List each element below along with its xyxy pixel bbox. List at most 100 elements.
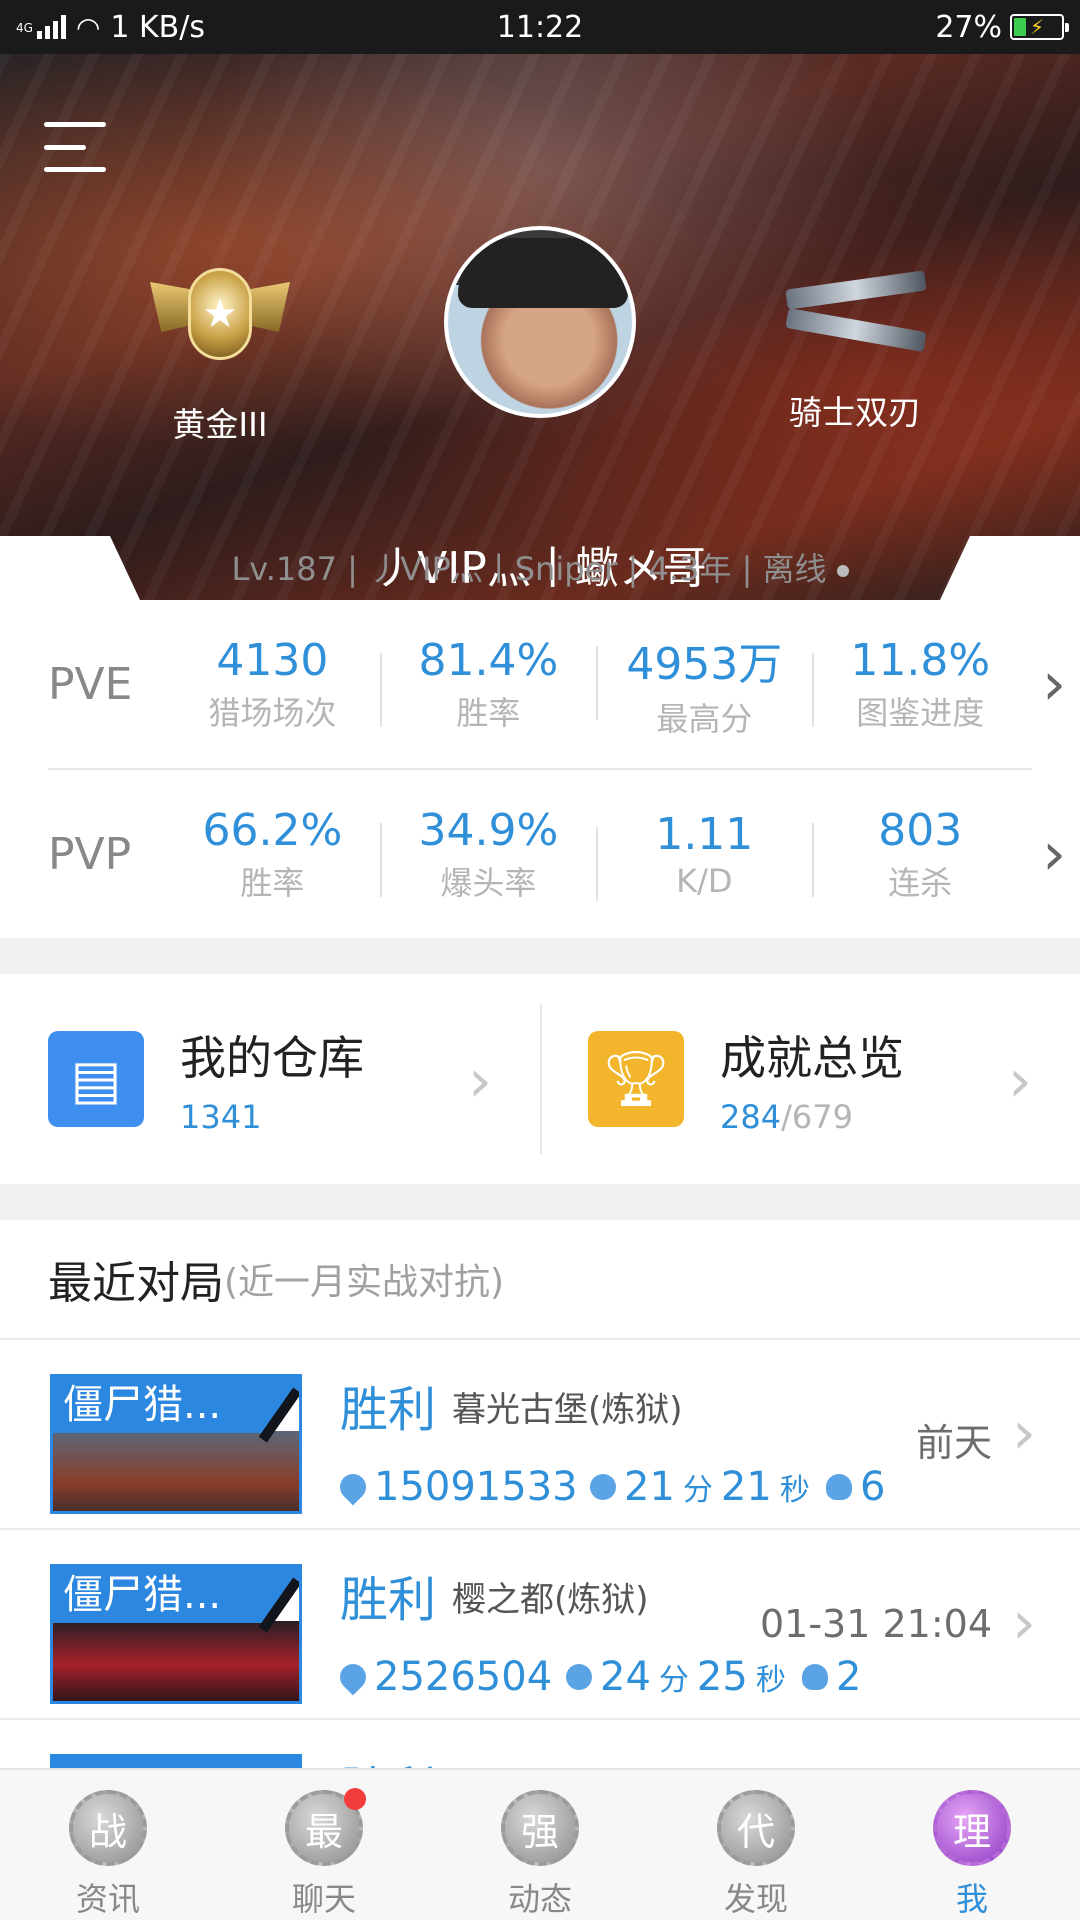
score-value: 2526504 bbox=[374, 1654, 553, 1700]
stat-headshot-rate: 34.9% 爆头率 bbox=[380, 805, 596, 904]
weapon-section[interactable]: 骑士双刃 bbox=[770, 258, 940, 434]
shortcut-cards: ▤ 我的仓库 1341 › 🏆︎ 成就总览 284/679 › bbox=[0, 974, 1080, 1184]
match-duration: 21 分 21 秒 bbox=[590, 1464, 826, 1510]
match-thumbnail: 僵尸猎... bbox=[50, 1564, 302, 1704]
deaths-value: 2 bbox=[836, 1654, 862, 1700]
deaths-value: 6 bbox=[860, 1464, 886, 1510]
level-info: Lv.187 | 丿VIP灬丨Sniper | 4.3年 | 离线 bbox=[231, 550, 827, 588]
stat-hunt-count: 4130 猎场场次 bbox=[164, 635, 380, 734]
stat-label: K/D bbox=[676, 861, 733, 900]
clock: 11:22 bbox=[496, 9, 584, 45]
stat-high-score: 4953万 最高分 bbox=[596, 628, 812, 740]
chevron-right-icon: › bbox=[1012, 1588, 1036, 1658]
nav-label: 动态 bbox=[507, 1880, 572, 1918]
trophy-icon: 🏆︎ bbox=[588, 1031, 684, 1127]
warehouse-card[interactable]: ▤ 我的仓库 1341 › bbox=[0, 974, 540, 1184]
seconds-value: 25 bbox=[696, 1654, 748, 1700]
rank-badge-icon: ★ bbox=[150, 262, 290, 372]
notification-dot bbox=[344, 1788, 366, 1810]
stat-value: 1.11 bbox=[655, 808, 754, 860]
profile-header: ★ 黄金III 骑士双刃 丿VIP灬丨蠍メ哥 bbox=[0, 54, 1080, 600]
menu-icon[interactable] bbox=[44, 122, 106, 172]
nav-label: 我 bbox=[955, 1880, 988, 1918]
match-stats: 15091533 21 分 21 秒 6 bbox=[334, 1464, 885, 1510]
skull-icon bbox=[802, 1664, 828, 1690]
stat-win-rate: 66.2% 胜率 bbox=[164, 805, 380, 904]
mode-label: PVP bbox=[48, 828, 132, 880]
warehouse-title: 我的仓库 bbox=[180, 1031, 364, 1085]
section-title: 最近对局 bbox=[48, 1258, 224, 1309]
match-deaths: 6 bbox=[826, 1464, 885, 1510]
stat-label: 图鉴进度 bbox=[856, 693, 985, 732]
nav-chat[interactable]: 最 聊天 bbox=[216, 1770, 432, 1920]
nav-discover[interactable]: 代 发现 bbox=[648, 1770, 864, 1920]
stat-value: 11.8% bbox=[850, 634, 991, 686]
chevron-right-icon[interactable]: › bbox=[1028, 649, 1080, 719]
stat-label: 连杀 bbox=[888, 863, 953, 902]
stat-value: 4130 bbox=[216, 634, 329, 686]
match-time: 01-31 21:04 bbox=[759, 1602, 992, 1646]
seconds-unit: 秒 bbox=[779, 1473, 810, 1508]
stat-label: 猎场场次 bbox=[208, 693, 337, 732]
section-gap bbox=[0, 1184, 1080, 1220]
dual-blade-icon bbox=[780, 258, 930, 368]
nav-label: 资讯 bbox=[75, 1880, 140, 1918]
seconds-value: 21 bbox=[720, 1464, 772, 1510]
match-time: 前天 bbox=[915, 1421, 992, 1465]
weapon-name: 骑士双刃 bbox=[789, 393, 921, 432]
status-bar: 4G ◠ 1 KB/s 11:22 27% ⚡ bbox=[0, 0, 1080, 54]
stat-collection-progress: 11.8% 图鉴进度 bbox=[812, 635, 1028, 734]
achievements-card[interactable]: 🏆︎ 成就总览 284/679 › bbox=[540, 974, 1080, 1184]
achievements-done: 284 bbox=[720, 1098, 782, 1136]
chevron-right-icon[interactable]: › bbox=[1028, 819, 1080, 889]
stat-label: 胜率 bbox=[456, 693, 521, 732]
minutes-unit: 分 bbox=[658, 1663, 689, 1698]
match-mode: 僵尸猎... bbox=[53, 1567, 299, 1623]
nav-me[interactable]: 理 我 bbox=[864, 1770, 1080, 1920]
rank-section[interactable]: ★ 黄金III bbox=[140, 262, 300, 446]
bottom-nav: 战 资讯 最 聊天 强 动态 代 发现 理 我 bbox=[0, 1768, 1080, 1920]
nav-label: 发现 bbox=[723, 1880, 788, 1918]
minutes-value: 24 bbox=[600, 1654, 651, 1700]
match-result: 胜利 bbox=[340, 1572, 437, 1628]
stat-value: 34.9% bbox=[418, 804, 559, 856]
match-row[interactable]: 僵尸猎... 胜利 樱之都(炼狱) 01-31 21:04 › 2526504 … bbox=[0, 1530, 1080, 1720]
match-map: 暮光古堡(炼狱) bbox=[452, 1390, 683, 1430]
achievements-progress: 284/679 bbox=[720, 1098, 904, 1136]
avatar[interactable] bbox=[444, 226, 636, 418]
rank-name: 黄金III bbox=[172, 405, 268, 444]
stat-kill-streak: 803 连杀 bbox=[812, 805, 1028, 904]
section-subtitle: (近一月实战对抗) bbox=[224, 1262, 505, 1303]
medal-icon bbox=[334, 1468, 372, 1506]
chevron-right-icon: › bbox=[468, 1046, 492, 1116]
wifi-icon: ◠ bbox=[75, 10, 101, 44]
stat-value: 66.2% bbox=[202, 804, 343, 856]
timer-icon bbox=[566, 1664, 592, 1690]
match-result: 胜利 bbox=[340, 1382, 437, 1438]
match-stats: 2526504 24 分 25 秒 2 bbox=[334, 1654, 862, 1700]
stat-value: 4953万 bbox=[626, 639, 783, 690]
timer-icon bbox=[590, 1474, 616, 1500]
stat-value: 803 bbox=[878, 804, 963, 856]
news-icon: 战 bbox=[69, 1790, 147, 1866]
match-thumbnail: 僵尸猎... bbox=[50, 1374, 302, 1514]
skull-icon bbox=[826, 1474, 852, 1500]
stat-value: 81.4% bbox=[418, 634, 559, 686]
nav-feed[interactable]: 强 动态 bbox=[432, 1770, 648, 1920]
status-dot-icon bbox=[836, 565, 849, 577]
profile-icon: 理 bbox=[933, 1790, 1011, 1866]
match-row[interactable]: 僵尸猎... 胜利 暮光古堡(炼狱) 前天 › 15091533 21 分 21 秒 … bbox=[0, 1340, 1080, 1530]
network-speed: 1 KB/s bbox=[110, 9, 205, 45]
section-gap bbox=[0, 938, 1080, 974]
pvp-stats-row[interactable]: PVP 66.2% 胜率 34.9% 爆头率 1.11 K/D 803 连杀 › bbox=[0, 770, 1080, 938]
feed-icon: 强 bbox=[501, 1790, 579, 1866]
nav-news[interactable]: 战 资讯 bbox=[0, 1770, 216, 1920]
network-type: 4G bbox=[16, 20, 33, 35]
battery-icon: ⚡ bbox=[1010, 14, 1069, 40]
pve-stats-row[interactable]: PVE 4130 猎场场次 81.4% 胜率 4953万 最高分 11.8% 图… bbox=[0, 600, 1080, 768]
minutes-value: 21 bbox=[624, 1464, 675, 1510]
match-map: 樱之都(炼狱) bbox=[452, 1580, 649, 1620]
battery-percent: 27% bbox=[935, 9, 1002, 45]
score-value: 15091533 bbox=[374, 1464, 578, 1510]
stat-label: 最高分 bbox=[656, 700, 753, 738]
